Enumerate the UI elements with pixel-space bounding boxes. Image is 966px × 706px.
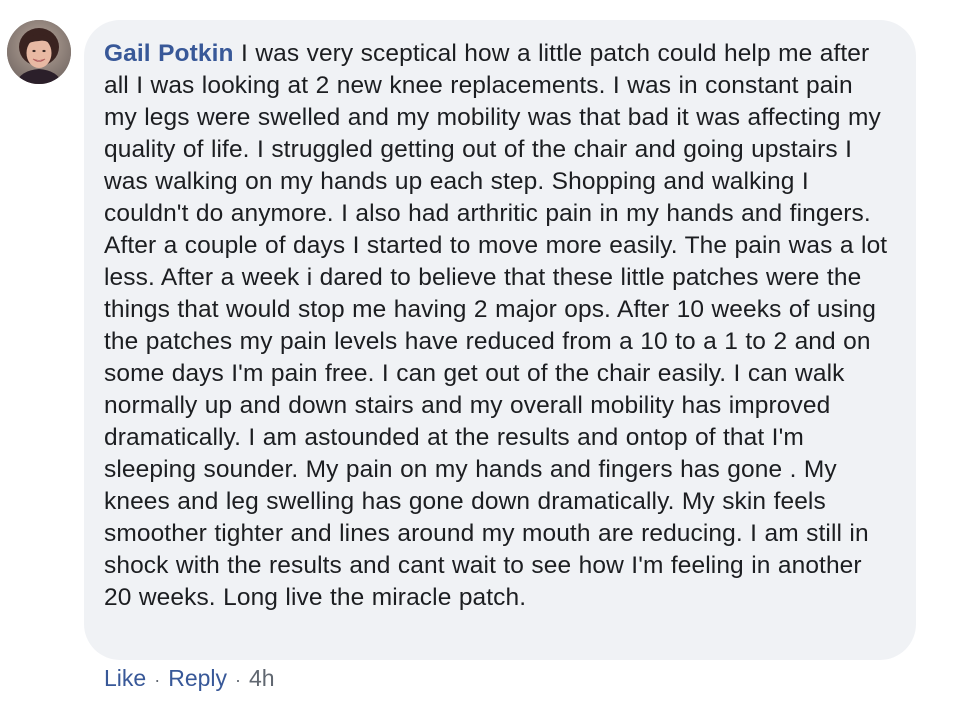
comment-timestamp[interactable]: 4h — [249, 665, 275, 691]
comment-body: Gail Potkin I was very sceptical how a l… — [104, 38, 892, 614]
action-separator: · — [154, 670, 161, 690]
comment-row: Gail Potkin I was very sceptical how a l… — [0, 0, 966, 706]
comment-author-link[interactable]: Gail Potkin — [104, 40, 234, 67]
like-button[interactable]: Like — [104, 665, 146, 691]
reply-button[interactable]: Reply — [168, 665, 227, 691]
comment-actions: Like · Reply · 4h — [104, 662, 275, 694]
comment-text: I was very sceptical how a little patch … — [104, 40, 888, 611]
action-separator: · — [235, 670, 242, 690]
avatar[interactable] — [7, 20, 71, 84]
avatar-photo-icon — [7, 20, 71, 84]
comment-bubble: Gail Potkin I was very sceptical how a l… — [84, 20, 916, 660]
